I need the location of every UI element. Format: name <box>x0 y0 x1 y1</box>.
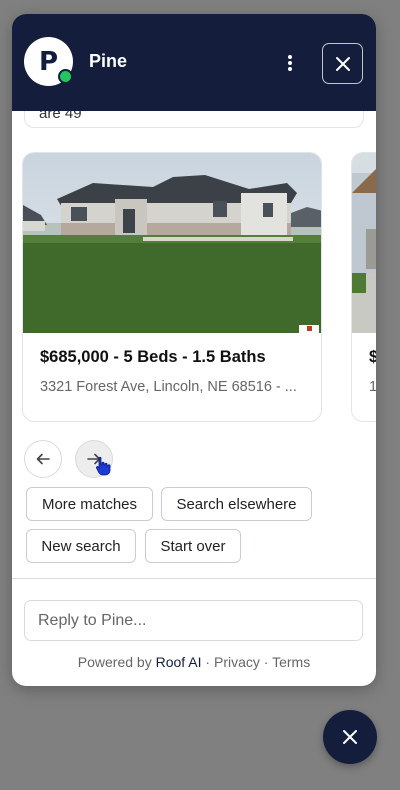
listing-card[interactable]: $6 100 <box>351 152 376 422</box>
listing-photo <box>352 153 376 333</box>
chat-widget: are 49 P Pine $685,000 - 5 Beds - 1.5 Ba… <box>12 14 376 686</box>
listing-price: $6 <box>369 348 376 367</box>
avatar-letter: P <box>38 46 59 77</box>
listing-carousel[interactable]: $685,000 - 5 Beds - 1.5 Baths 3321 Fores… <box>22 152 376 424</box>
listing-address: 100 <box>369 379 376 395</box>
listing-photo <box>23 153 321 333</box>
footer-separator: · <box>263 654 269 670</box>
quick-reply-start-over[interactable]: Start over <box>145 529 241 563</box>
more-vertical-icon[interactable] <box>280 52 300 74</box>
footer-prefix: Powered by <box>77 654 152 670</box>
listing-card[interactable]: $685,000 - 5 Beds - 1.5 Baths 3321 Fores… <box>22 152 322 422</box>
quick-reply-new-search[interactable]: New search <box>26 529 136 563</box>
close-button[interactable] <box>322 43 363 84</box>
widget-toggle-button[interactable] <box>323 710 377 764</box>
powered-by-footer: Powered by Roof AI · Privacy · Terms <box>12 654 376 670</box>
carousel-prev-button[interactable] <box>24 440 62 478</box>
close-icon <box>335 56 350 71</box>
listing-price: $685,000 - 5 Beds - 1.5 Baths <box>40 348 266 366</box>
bot-name: Pine <box>89 51 128 71</box>
composer-divider <box>12 578 376 579</box>
footer-brand-link[interactable]: Roof AI <box>156 654 202 670</box>
footer-terms-link[interactable]: Terms <box>272 654 310 670</box>
footer-privacy-link[interactable]: Privacy <box>214 654 260 670</box>
hand-cursor-icon <box>96 456 111 476</box>
online-status-dot <box>58 69 73 84</box>
arrow-left-icon <box>36 453 50 465</box>
footer-separator: · <box>205 654 211 670</box>
chat-header: P Pine <box>12 14 376 111</box>
quick-reply-more-matches[interactable]: More matches <box>26 487 153 521</box>
reply-input[interactable] <box>24 600 363 641</box>
quick-reply-search-elsewhere[interactable]: Search elsewhere <box>161 487 312 521</box>
close-icon <box>343 730 357 744</box>
listing-address: 3321 Forest Ave, Lincoln, NE 68516 - ... <box>40 379 297 395</box>
